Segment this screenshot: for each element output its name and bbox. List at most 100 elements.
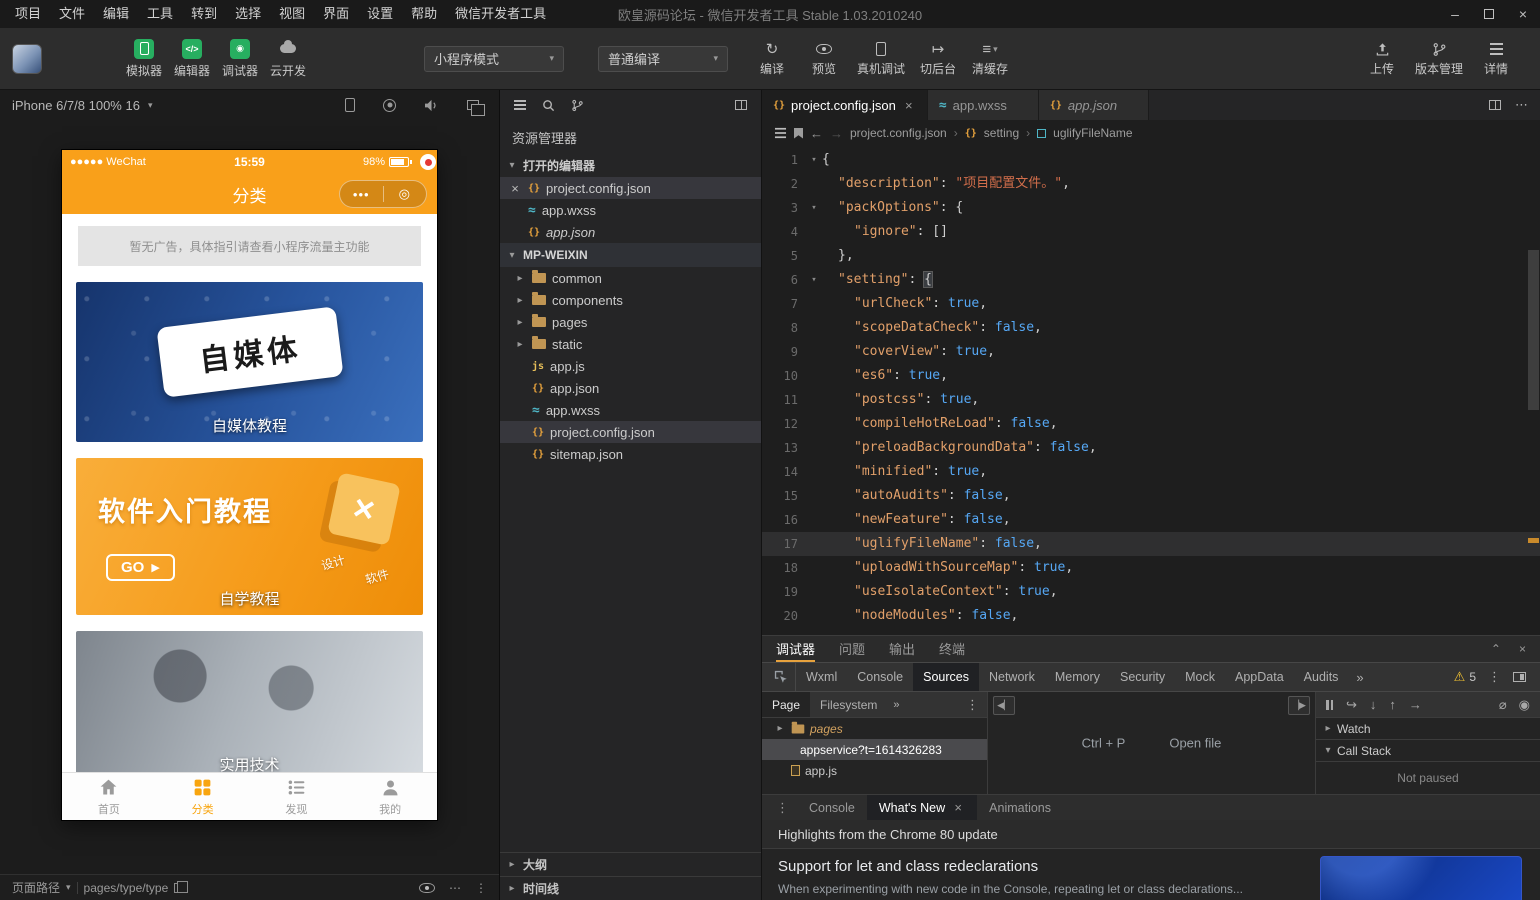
show-debugger-icon[interactable]: ▕▶ [1288, 696, 1310, 715]
git-branch-icon[interactable] [571, 99, 584, 112]
drawer-tab[interactable]: Animations [977, 795, 1063, 820]
file-item[interactable]: {}app.json [500, 377, 761, 399]
deactivate-breakpoints-icon[interactable]: ⌀ [1499, 697, 1507, 713]
record-icon[interactable] [383, 99, 396, 112]
menu-item[interactable]: 文件 [50, 0, 94, 28]
breadcrumb-setting[interactable]: setting [984, 126, 1019, 140]
eye-icon[interactable] [419, 883, 435, 893]
compile-mode-select[interactable]: 普通编译 ▾ [598, 46, 728, 72]
code-line[interactable]: 3▾"packOptions": { [762, 196, 1540, 220]
breadcrumb-file[interactable]: project.config.json [850, 126, 947, 140]
warning-badge[interactable]: ⚠ 5 [1454, 669, 1476, 685]
file-item[interactable]: {}project.config.json [500, 421, 761, 443]
devtools-tab-mock[interactable]: Mock [1175, 663, 1225, 691]
go-button[interactable]: GO ▶ [106, 554, 175, 581]
menu-item[interactable]: 工具 [138, 0, 182, 28]
menu-item[interactable]: 视图 [270, 0, 314, 28]
avatar[interactable] [12, 44, 42, 74]
code-line[interactable]: 16"newFeature": false, [762, 508, 1540, 532]
scrollbar-thumb[interactable] [1528, 250, 1539, 410]
code-line[interactable]: 14"minified": true, [762, 460, 1540, 484]
devtools-tab-sources[interactable]: Sources [913, 663, 979, 691]
devtools-tab-memory[interactable]: Memory [1045, 663, 1110, 691]
inspect-icon[interactable] [766, 663, 796, 691]
code-line[interactable]: 11"postcss": true, [762, 388, 1540, 412]
more-dots-icon[interactable]: ••• [340, 187, 383, 202]
code-line[interactable]: 7"urlCheck": true, [762, 292, 1540, 316]
exit-target-icon[interactable]: ◎ [384, 186, 427, 202]
call-stack-section[interactable]: ▾ Call Stack [1316, 740, 1540, 762]
screenshot-icon[interactable] [467, 100, 479, 110]
hint-action[interactable]: Open file [1169, 736, 1221, 751]
close-icon[interactable]: × [951, 800, 965, 815]
more-icon[interactable]: ⋯ [449, 881, 461, 895]
debugger-tab[interactable]: 终端 [939, 636, 965, 662]
more-icon[interactable]: ⋯ [1515, 97, 1528, 113]
outline-section[interactable]: ▸ 大纲 [500, 852, 761, 876]
code-line[interactable]: 5}, [762, 244, 1540, 268]
compile-button[interactable]: ↻ 编译 [746, 40, 798, 77]
folder-item[interactable]: ▸common [500, 267, 761, 289]
close-icon[interactable]: × [902, 98, 916, 113]
code-line[interactable]: 1▾{ [762, 148, 1540, 172]
sources-tree-item[interactable]: app.js [762, 760, 987, 781]
devtools-tab-network[interactable]: Network [979, 663, 1045, 691]
folder-item[interactable]: ▸pages [500, 311, 761, 333]
page-path-label[interactable]: 页面路径 [12, 879, 60, 896]
menu-item[interactable]: 选择 [226, 0, 270, 28]
debugger-tab[interactable]: 调试器 [776, 636, 815, 662]
phone-tab[interactable]: 首页 [62, 773, 156, 820]
editor-tab[interactable]: {}project.config.json× [762, 90, 928, 120]
open-editor-item[interactable]: {}app.json [500, 221, 761, 243]
copy-icon[interactable] [174, 883, 183, 893]
devtools-tab-console[interactable]: Console [847, 663, 913, 691]
breadcrumb-symbol[interactable]: uglifyFileName [1053, 126, 1132, 140]
upload-button[interactable]: 上传 [1356, 40, 1408, 77]
sound-icon[interactable] [424, 99, 439, 112]
maximize-button[interactable] [1472, 0, 1506, 28]
mode-select[interactable]: 小程序模式 ▾ [424, 46, 564, 72]
phone-tab[interactable]: 分类 [156, 773, 250, 820]
step-icon[interactable]: → [1409, 697, 1422, 712]
folder-item[interactable]: ▸components [500, 289, 761, 311]
kebab-icon[interactable]: ⋮ [768, 800, 797, 816]
code-line[interactable]: 12"compileHotReLoad": false, [762, 412, 1540, 436]
debugger-tab[interactable]: 问题 [839, 636, 865, 662]
list-icon[interactable] [514, 104, 526, 106]
open-editor-item[interactable]: ×{}project.config.json [500, 177, 761, 199]
toolbar-toggle[interactable]: 云开发 [264, 39, 312, 79]
switch-background-button[interactable]: ↦ 切后台 [912, 40, 964, 77]
open-editor-item[interactable]: ≈app.wxss [500, 199, 761, 221]
sources-tab[interactable]: Page [762, 692, 810, 717]
clear-cache-button[interactable]: ≡▾ 清缓存 [964, 40, 1016, 77]
editor-tab[interactable]: ≈app.wxss [928, 90, 1039, 120]
watch-section[interactable]: ▸ Watch [1316, 718, 1540, 740]
open-editors-section[interactable]: ▾ 打开的编辑器 [500, 153, 761, 177]
bookmark-icon[interactable] [794, 128, 803, 139]
menu-item[interactable]: 微信开发者工具 [446, 0, 555, 28]
kebab-icon[interactable]: ⋮ [475, 881, 487, 895]
close-button[interactable]: × [1506, 0, 1540, 28]
dock-side-icon[interactable] [1513, 672, 1526, 682]
toolbar-toggle[interactable]: ◉调试器 [216, 39, 264, 79]
toolbar-toggle[interactable]: 模拟器 [120, 39, 168, 79]
card-practical-skills[interactable]: 实用技术 [76, 631, 423, 781]
code-line[interactable]: 8"scopeDataCheck": false, [762, 316, 1540, 340]
devtools-tab-security[interactable]: Security [1110, 663, 1175, 691]
code-editor[interactable]: 1▾{2"description": "项目配置文件。",3▾"packOpti… [762, 146, 1540, 635]
fold-icon[interactable]: ▾ [806, 196, 822, 220]
search-icon[interactable] [542, 99, 555, 112]
close-icon[interactable]: × [1519, 642, 1526, 656]
fold-icon[interactable]: ▾ [806, 268, 822, 292]
version-control-button[interactable]: 版本管理 [1408, 40, 1470, 77]
step-out-icon[interactable]: ↑ [1389, 697, 1396, 712]
menu-item[interactable]: 设置 [358, 0, 402, 28]
menu-item[interactable]: 项目 [6, 0, 50, 28]
code-line[interactable]: 20"nodeModules": false, [762, 604, 1540, 628]
card-software-course[interactable]: 软件入门教程 GO ▶ × 设计 软件 自学教程 [76, 458, 423, 615]
code-line[interactable]: 17"uglifyFileName": false, [762, 532, 1540, 556]
forward-icon[interactable]: → [830, 126, 843, 141]
code-line[interactable]: 2"description": "项目配置文件。", [762, 172, 1540, 196]
root-folder[interactable]: ▾ MP-WEIXIN [500, 243, 761, 267]
folder-item[interactable]: ▸static [500, 333, 761, 355]
